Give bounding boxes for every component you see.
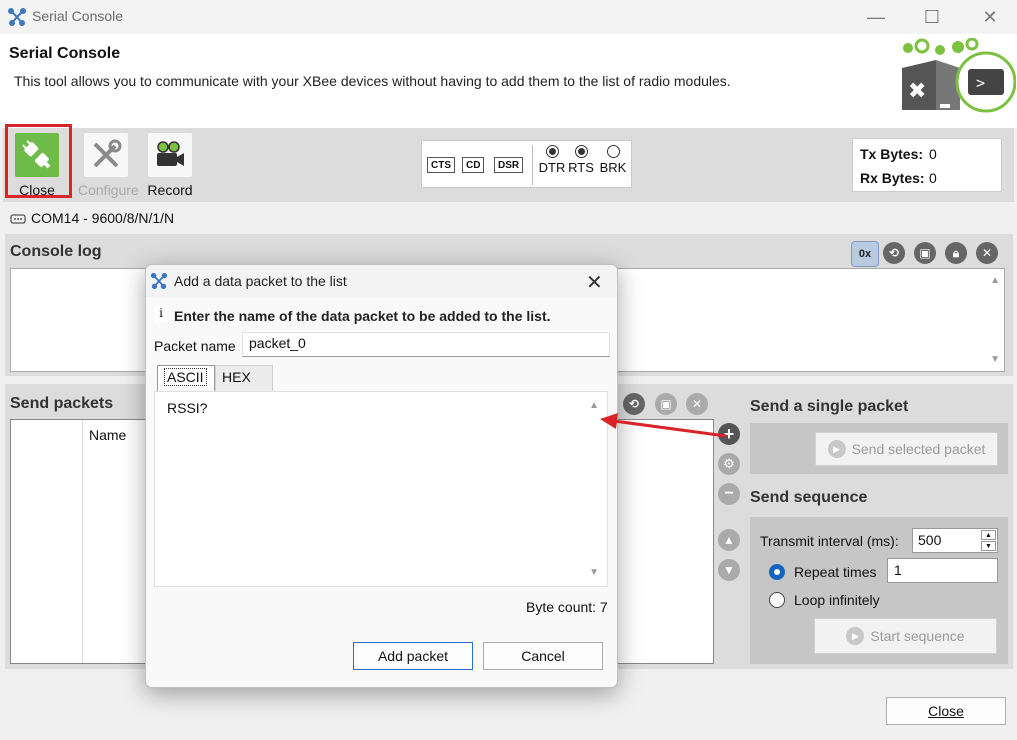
cts-indicator: CTS bbox=[427, 157, 455, 173]
page-description: This tool allows you to communicate with… bbox=[14, 73, 731, 89]
cd-indicator: CD bbox=[462, 157, 485, 173]
info-icon: i bbox=[154, 306, 168, 322]
configure-label: Configure bbox=[78, 182, 139, 198]
dtr-toggle[interactable]: DTR bbox=[538, 145, 566, 175]
interval-spinner[interactable]: 500 ▲ ▼ bbox=[912, 528, 998, 553]
footer bbox=[0, 680, 1017, 740]
window-title: Serial Console bbox=[32, 8, 124, 24]
cancel-button[interactable]: Cancel bbox=[483, 642, 603, 670]
annotation-highlight-box bbox=[5, 124, 72, 198]
tab-ascii[interactable]: ASCII bbox=[157, 365, 215, 391]
close-console-icon[interactable]: ✕ bbox=[976, 242, 998, 264]
dsr-indicator: DSR bbox=[494, 157, 524, 173]
move-down-icon[interactable]: ▼ bbox=[718, 559, 740, 581]
maximize-button[interactable]: ☐ bbox=[909, 0, 955, 34]
tab-hex[interactable]: HEX bbox=[215, 365, 273, 391]
svg-text:>: > bbox=[976, 74, 985, 92]
interval-label: Transmit interval (ms): bbox=[760, 533, 899, 549]
brk-radio[interactable] bbox=[606, 145, 620, 158]
send-sequence-box: Transmit interval (ms): 500 ▲ ▼ Repeat t… bbox=[750, 517, 1008, 664]
tools-icon bbox=[84, 133, 128, 177]
name-column-header[interactable]: Name bbox=[89, 427, 126, 443]
minimize-button[interactable]: — bbox=[853, 0, 899, 34]
loop-infinitely-label: Loop infinitely bbox=[794, 592, 880, 608]
dialog-instructions: Enter the name of the data packet to be … bbox=[174, 308, 551, 324]
serial-console-logo-icon: ✖ > bbox=[896, 37, 1017, 119]
repeat-times-input[interactable]: 1 bbox=[887, 558, 998, 583]
video-camera-icon bbox=[148, 133, 192, 177]
start-sequence-button[interactable]: ▶ Start sequence bbox=[814, 618, 997, 654]
dtr-label: DTR bbox=[538, 160, 566, 175]
repeat-times-radio[interactable] bbox=[769, 564, 785, 580]
loop-infinitely-radio[interactable] bbox=[769, 592, 785, 608]
packet-name-input[interactable]: packet_0 bbox=[242, 332, 610, 357]
packet-data-textarea[interactable]: RSSI? ▲ ▼ bbox=[154, 391, 608, 587]
rts-toggle[interactable]: RTS bbox=[567, 145, 595, 175]
brk-label: BRK bbox=[599, 160, 627, 175]
rts-radio[interactable] bbox=[574, 145, 588, 158]
add-packet-button[interactable]: Add packet bbox=[353, 642, 473, 670]
tx-bytes-value: 0 bbox=[929, 146, 937, 162]
dtr-radio[interactable] bbox=[545, 145, 559, 158]
send-sequence-title: Send sequence bbox=[750, 489, 868, 506]
serial-port-icon bbox=[10, 212, 26, 228]
scroll-up-icon[interactable]: ▲ bbox=[990, 275, 1000, 286]
scroll-down-icon[interactable]: ▼ bbox=[990, 354, 1000, 365]
page-title: Serial Console bbox=[9, 45, 121, 62]
byte-counters: Tx Bytes: 0 Rx Bytes: 0 bbox=[852, 138, 1002, 192]
app-network-icon bbox=[7, 7, 27, 30]
close-window-button[interactable]: Close bbox=[886, 697, 1006, 725]
interval-value[interactable]: 500 bbox=[918, 532, 941, 548]
window-close-button[interactable]: ✕ bbox=[967, 0, 1013, 34]
send-packets-title: Send packets bbox=[10, 395, 114, 412]
packet-name-label: Packet name bbox=[154, 338, 236, 354]
single-packet-box: ▶ Send selected packet bbox=[750, 423, 1008, 474]
play-icon: ▶ bbox=[846, 627, 865, 645]
start-sequence-label: Start sequence bbox=[870, 628, 965, 644]
add-packet-dialog: Add a data packet to the list ✕ i Enter … bbox=[145, 264, 618, 688]
decrement-icon[interactable]: ▼ bbox=[981, 541, 996, 551]
byte-count: Byte count: 7 bbox=[526, 599, 608, 615]
repeat-times-label: Repeat times bbox=[794, 564, 877, 580]
column-divider bbox=[82, 420, 83, 663]
clear-console-icon[interactable]: ⟲ bbox=[883, 242, 905, 264]
line-signals-panel: CTS CD DSR DTR RTS BRK bbox=[421, 140, 632, 188]
close-window-label: Close bbox=[928, 703, 964, 719]
single-packet-title: Send a single packet bbox=[750, 398, 909, 415]
send-selected-packet-label: Send selected packet bbox=[851, 441, 986, 457]
record-label: Record bbox=[147, 182, 193, 198]
play-icon: ▶ bbox=[827, 440, 846, 458]
divider bbox=[532, 145, 533, 185]
send-selected-packet-button[interactable]: ▶ Send selected packet bbox=[815, 432, 998, 466]
lock-icon[interactable]: 🔒︎ bbox=[945, 242, 967, 264]
svg-text:✖: ✖ bbox=[908, 79, 926, 104]
tab-ascii-label: ASCII bbox=[164, 368, 207, 386]
edit-packet-gear-icon[interactable]: ⚙ bbox=[718, 453, 740, 475]
dialog-close-icon[interactable]: ✕ bbox=[586, 270, 603, 295]
hex-toggle-button[interactable]: 0x bbox=[851, 241, 879, 267]
scroll-down-icon[interactable]: ▼ bbox=[589, 567, 599, 578]
save-console-icon[interactable]: ▣ bbox=[914, 242, 936, 264]
dialog-title: Add a data packet to the list bbox=[174, 273, 347, 289]
console-log-title: Console log bbox=[10, 243, 102, 260]
remove-packet-icon[interactable]: − bbox=[718, 483, 740, 505]
rts-label: RTS bbox=[568, 160, 594, 175]
brk-toggle[interactable]: BRK bbox=[598, 145, 628, 175]
dialog-network-icon bbox=[150, 272, 168, 293]
configure-button[interactable]: Configure bbox=[78, 133, 139, 198]
increment-icon[interactable]: ▲ bbox=[981, 530, 996, 540]
rx-bytes-value: 0 bbox=[929, 170, 937, 186]
annotation-arrow bbox=[598, 405, 730, 448]
packet-data-text: RSSI? bbox=[167, 400, 208, 416]
record-button[interactable]: Record bbox=[144, 133, 196, 198]
tx-bytes-label: Tx Bytes: bbox=[860, 146, 924, 162]
move-up-icon[interactable]: ▲ bbox=[718, 529, 740, 551]
rx-bytes-label: Rx Bytes: bbox=[860, 170, 925, 186]
port-settings: COM14 - 9600/8/N/1/N bbox=[31, 210, 175, 226]
